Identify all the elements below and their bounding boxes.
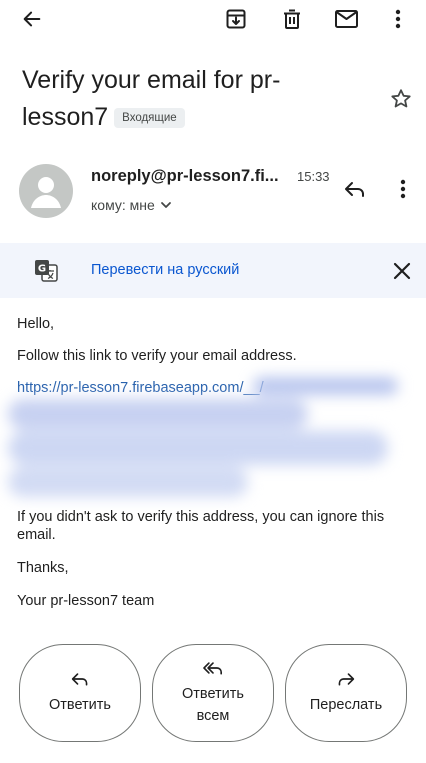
more-options-button[interactable]: [384, 4, 412, 34]
mail-icon: [334, 10, 358, 28]
reply-icon: [345, 182, 364, 197]
reply-quick-button[interactable]: [340, 174, 370, 204]
translate-icon-wrap: G: [32, 257, 60, 285]
close-translate-button[interactable]: [386, 256, 418, 286]
more-vertical-icon: [395, 9, 401, 29]
star-icon: [391, 89, 411, 108]
redacted-link-area: [8, 375, 408, 505]
translate-link[interactable]: Перевести на русский: [91, 262, 239, 278]
more-vertical-icon: [400, 179, 406, 199]
body-thanks: Thanks,: [17, 560, 69, 576]
reply-button[interactable]: Ответить: [19, 644, 141, 742]
body-signature: Your pr-lesson7 team: [17, 593, 155, 609]
delete-button[interactable]: [276, 4, 308, 34]
trash-icon: [284, 9, 300, 29]
back-button[interactable]: [14, 4, 50, 34]
forward-button-label: Переслать: [309, 697, 383, 713]
person-icon: [31, 177, 61, 208]
chevron-down-icon: [160, 202, 171, 208]
archive-icon: [226, 9, 246, 29]
message-more-button[interactable]: [390, 174, 416, 204]
mark-unread-button[interactable]: [330, 4, 362, 34]
reply-all-icon: [203, 662, 222, 675]
sender-address[interactable]: noreply@pr-lesson7.fi...: [91, 167, 279, 186]
body-greeting: Hello,: [17, 316, 55, 332]
body-ignore-note: If you didn't ask to verify this address…: [17, 509, 385, 543]
reply-button-label: Ответить: [49, 697, 111, 713]
forward-icon: [338, 673, 355, 686]
recipient-details[interactable]: кому: мне: [91, 197, 173, 213]
reply-all-button[interactable]: Ответить всем: [152, 644, 274, 742]
star-button[interactable]: [386, 84, 416, 114]
email-subject: Verify your email for pr-lesson7 Входящие: [22, 62, 352, 136]
svg-text:G: G: [38, 264, 46, 275]
email-time: 15:33: [297, 169, 330, 184]
reply-all-button-label: Ответить всем: [182, 686, 244, 724]
arrow-back-icon: [23, 11, 41, 27]
google-translate-icon: G: [35, 260, 58, 282]
reply-icon: [71, 673, 88, 686]
forward-button[interactable]: Переслать: [285, 644, 407, 742]
recipient-text: кому: мне: [91, 197, 155, 213]
body-instruction: Follow this link to verify your email ad…: [17, 348, 297, 364]
avatar[interactable]: [19, 164, 73, 218]
inbox-label-chip[interactable]: Входящие: [114, 108, 185, 128]
archive-button[interactable]: [220, 4, 252, 34]
close-icon: [393, 262, 411, 280]
